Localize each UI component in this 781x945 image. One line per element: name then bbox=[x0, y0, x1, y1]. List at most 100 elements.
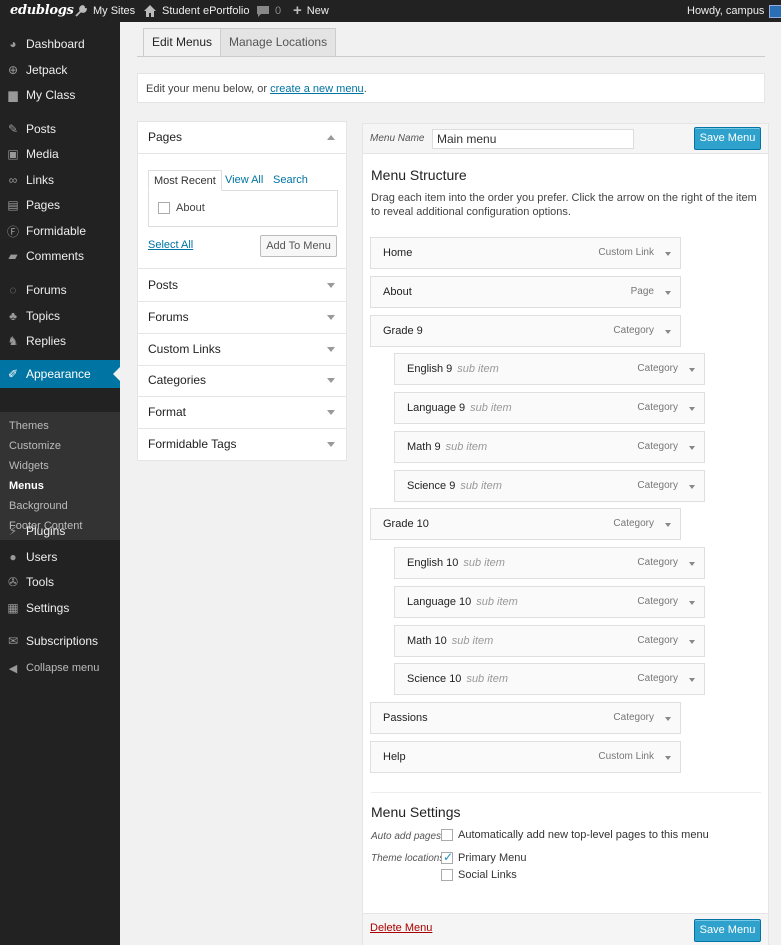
add-to-menu-button[interactable]: Add To Menu bbox=[260, 235, 337, 257]
auto-add-label: Auto add pages bbox=[371, 831, 442, 842]
sidebar-item-tools[interactable]: ✇ Tools bbox=[0, 569, 120, 595]
edublogs-logo[interactable]: edublogs bbox=[10, 0, 74, 22]
menu-item-math-10[interactable]: Math 10 sub item Category bbox=[394, 625, 705, 657]
item-edit-arrow-icon[interactable] bbox=[689, 485, 695, 489]
comments-menu[interactable]: 0 bbox=[256, 0, 281, 22]
page-option-about[interactable]: About bbox=[158, 202, 205, 214]
sidebar-item-forums[interactable]: ◌ Forums bbox=[0, 277, 120, 303]
menu-settings-title: Menu Settings bbox=[371, 804, 461, 820]
item-edit-arrow-icon[interactable] bbox=[689, 601, 695, 605]
menu-item-help[interactable]: Help Custom Link bbox=[370, 741, 681, 773]
menu-item-math-9[interactable]: Math 9 sub item Category bbox=[394, 431, 705, 463]
menu-item-english-10[interactable]: English 10 sub item Category bbox=[394, 547, 705, 579]
submenu-customize[interactable]: Customize bbox=[9, 440, 61, 452]
site-name-menu[interactable]: Student ePortfolio bbox=[143, 0, 249, 22]
sidebar-item-posts[interactable]: ✎ Posts bbox=[0, 116, 120, 142]
submenu-themes[interactable]: Themes bbox=[9, 420, 49, 432]
item-edit-arrow-icon[interactable] bbox=[689, 562, 695, 566]
item-edit-arrow-icon[interactable] bbox=[665, 252, 671, 256]
menu-item-passions[interactable]: Passions Category bbox=[370, 702, 681, 734]
social-links-checkbox[interactable] bbox=[441, 869, 453, 881]
menu-item-home[interactable]: Home Custom Link bbox=[370, 237, 681, 269]
primary-menu-checkbox[interactable] bbox=[441, 850, 453, 864]
item-edit-arrow-icon[interactable] bbox=[665, 330, 671, 334]
tab-edit-menus[interactable]: Edit Menus bbox=[143, 28, 222, 57]
submenu-menus[interactable]: Menus bbox=[9, 480, 44, 492]
accordion-pages[interactable]: Pages bbox=[138, 122, 346, 154]
item-edit-arrow-icon[interactable] bbox=[665, 291, 671, 295]
menu-item-english-9[interactable]: English 9 sub item Category bbox=[394, 353, 705, 385]
menu-item-science-10[interactable]: Science 10 sub item Category bbox=[394, 663, 705, 695]
sidebar-item-label: Dashboard bbox=[26, 37, 85, 51]
notice-end: . bbox=[363, 83, 367, 95]
accordion-format[interactable]: Format bbox=[138, 397, 346, 430]
sidebar-item-links[interactable]: ∞ Links bbox=[0, 167, 120, 193]
primary-menu-option[interactable]: Primary Menu bbox=[441, 850, 526, 864]
save-menu-button-top[interactable]: Save Menu bbox=[694, 127, 761, 150]
sub-item-label: sub item bbox=[466, 673, 509, 685]
add-items-panel: Pages About Most Recent View All Search … bbox=[137, 121, 347, 461]
menu-name-input[interactable]: Main menu bbox=[432, 129, 634, 149]
menu-item-title-text: Language 10 bbox=[407, 596, 472, 608]
sidebar-item-jetpack[interactable]: ⊕ Jetpack bbox=[0, 57, 120, 83]
menu-item-about[interactable]: About Page bbox=[370, 276, 681, 308]
item-edit-arrow-icon[interactable] bbox=[665, 756, 671, 760]
sidebar-item-topics[interactable]: ♣ Topics bbox=[0, 303, 120, 329]
menu-item-title: Grade 10 bbox=[383, 518, 429, 530]
accordion-formidable-tags[interactable]: Formidable Tags bbox=[138, 429, 346, 461]
tab-view-all[interactable]: View All bbox=[225, 170, 263, 191]
sidebar-item-label: Replies bbox=[26, 334, 67, 348]
sidebar-item-subscriptions[interactable]: ✉ Subscriptions bbox=[0, 628, 120, 654]
my-sites-menu[interactable]: My Sites bbox=[74, 0, 135, 22]
sidebar-item-appearance[interactable]: ✐ Appearance bbox=[0, 360, 120, 388]
menu-item-grade-10[interactable]: Grade 10 Category bbox=[370, 508, 681, 540]
menu-item-title-text: Help bbox=[383, 751, 406, 763]
save-menu-button-bottom[interactable]: Save Menu bbox=[694, 919, 761, 942]
menu-item-title: About bbox=[383, 286, 412, 298]
submenu-background[interactable]: Background bbox=[9, 500, 68, 512]
delete-menu-link[interactable]: Delete Menu bbox=[370, 922, 432, 934]
menu-item-language-10[interactable]: Language 10 sub item Category bbox=[394, 586, 705, 618]
menu-item-science-9[interactable]: Science 9 sub item Category bbox=[394, 470, 705, 502]
menu-item-language-9[interactable]: Language 9 sub item Category bbox=[394, 392, 705, 424]
item-edit-arrow-icon[interactable] bbox=[689, 678, 695, 682]
item-edit-arrow-icon[interactable] bbox=[689, 368, 695, 372]
account-menu[interactable]: Howdy, campus bbox=[687, 0, 781, 22]
menu-item-title: English 9 sub item bbox=[407, 363, 499, 375]
menu-item-grade-9[interactable]: Grade 9 Category bbox=[370, 315, 681, 347]
submenu-widgets[interactable]: Widgets bbox=[9, 460, 49, 472]
accordion-custom-links[interactable]: Custom Links bbox=[138, 334, 346, 366]
sidebar-item-replies[interactable]: ♞ Replies bbox=[0, 328, 120, 354]
item-edit-arrow-icon[interactable] bbox=[689, 446, 695, 450]
expand-arrow-icon bbox=[327, 283, 335, 288]
sidebar-item-dashboard[interactable]: ◕ Dashboard bbox=[0, 31, 120, 57]
item-edit-arrow-icon[interactable] bbox=[689, 407, 695, 411]
social-links-option[interactable]: Social Links bbox=[441, 869, 517, 881]
accordion-categories[interactable]: Categories bbox=[138, 365, 346, 398]
item-edit-arrow-icon[interactable] bbox=[665, 717, 671, 721]
auto-add-checkbox[interactable] bbox=[441, 829, 453, 841]
item-edit-arrow-icon[interactable] bbox=[665, 523, 671, 527]
sidebar-item-users[interactable]: ● Users bbox=[0, 544, 120, 570]
sidebar-item-plugins[interactable]: ⚡ Plugins bbox=[0, 518, 120, 544]
sidebar-item-settings[interactable]: ▦ Settings bbox=[0, 595, 120, 621]
accordion-forums[interactable]: Forums bbox=[138, 302, 346, 334]
auto-add-option[interactable]: Automatically add new top-level pages to… bbox=[441, 829, 709, 841]
select-all-link[interactable]: Select All bbox=[148, 239, 193, 251]
page-about-checkbox[interactable] bbox=[158, 202, 170, 214]
sidebar-item-comments[interactable]: ▰ Comments bbox=[0, 243, 120, 269]
sidebar-item-media[interactable]: ▣ Media bbox=[0, 141, 120, 167]
sidebar-item-collapse-menu[interactable]: ◀ Collapse menu bbox=[0, 655, 120, 681]
tab-most-recent[interactable]: Most Recent bbox=[148, 170, 222, 191]
sidebar-item-my-class[interactable]: ▆ My Class bbox=[0, 82, 120, 108]
sub-item-label: sub item bbox=[470, 402, 512, 414]
item-edit-arrow-icon[interactable] bbox=[689, 640, 695, 644]
new-content-menu[interactable]: + New bbox=[293, 0, 329, 22]
accordion-posts[interactable]: Posts bbox=[138, 270, 346, 302]
create-menu-link[interactable]: create a new menu bbox=[270, 83, 364, 95]
sidebar-item-label: Collapse menu bbox=[26, 662, 100, 674]
sidebar-item-formidable[interactable]: Ⓕ Formidable bbox=[0, 218, 120, 244]
tab-search[interactable]: Search bbox=[273, 170, 308, 191]
sidebar-item-pages[interactable]: ▤ Pages bbox=[0, 192, 120, 218]
tab-manage-locations[interactable]: Manage Locations bbox=[220, 28, 337, 56]
